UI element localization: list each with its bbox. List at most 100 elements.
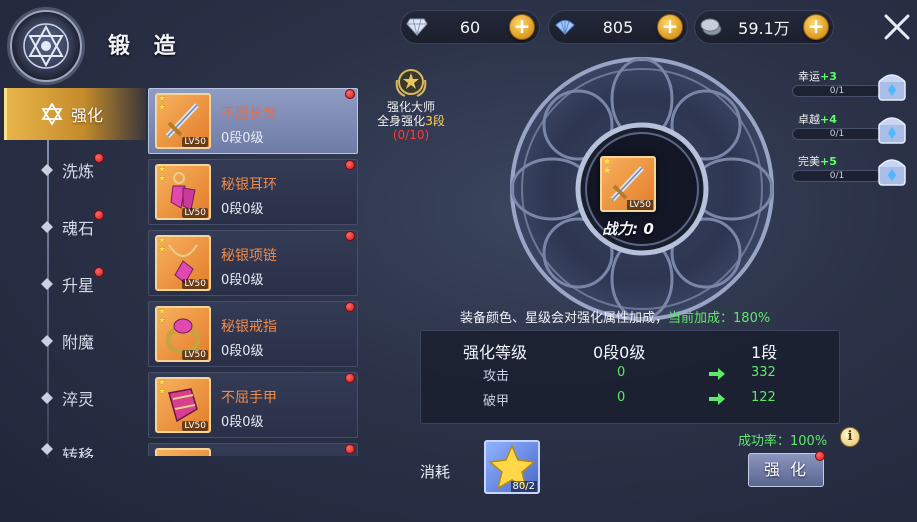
diamond-bullet-icon — [40, 391, 54, 405]
master-title: 强化大师 — [386, 100, 435, 114]
bonus-luck[interactable]: 幸运+3 0/1 — [790, 68, 912, 108]
ring-icon: ★ ★ LV50 — [155, 306, 211, 362]
item-level-badge: LV50 — [182, 208, 208, 218]
equipment-item-next[interactable] — [148, 443, 358, 456]
bonus-plus: +4 — [820, 113, 837, 126]
gauntlet-icon: ★ ★ LV50 — [155, 377, 211, 433]
stat-name: 攻击 — [483, 369, 510, 384]
currency-shell: 805 + — [548, 10, 688, 44]
selected-equipment-sword-icon: ★ ★ LV50 — [600, 156, 656, 212]
equipment-list[interactable]: ★ ★ LV50 不屈长剑 0段0级 ★ ★ LV50 秘银耳环 0段0级 ★ ★ L… — [148, 88, 358, 456]
equipment-item-sword[interactable]: ★ ★ LV50 不屈长剑 0段0级 — [148, 88, 358, 154]
notification-badge — [345, 89, 355, 99]
diamond-bullet-icon — [40, 442, 54, 456]
stat-next: 332 — [751, 365, 776, 380]
sidebar-item-label: 转移 — [62, 446, 95, 458]
master-level-prefix: 全身强化 — [377, 114, 426, 128]
silver-amount: 59.1万 — [738, 19, 790, 38]
notification-badge — [345, 373, 355, 383]
bonus-excellence[interactable]: 卓越+4 0/1 — [790, 111, 912, 151]
stat-current: 0 — [617, 365, 626, 380]
bonus-progress: 0/1 — [792, 128, 882, 140]
bonus-progress: 0/1 — [792, 85, 882, 97]
add-diamond-button[interactable]: + — [509, 14, 535, 40]
page-title: 锻 造 — [108, 34, 184, 59]
stat-header-current: 0段0级 — [593, 343, 646, 362]
success-rate: 成功率：100% — [738, 434, 828, 449]
sidebar-item-enhance[interactable]: 强化 — [4, 88, 146, 140]
bonus-name: 完美 — [798, 155, 820, 168]
item-name: 秘银耳环 — [221, 177, 277, 193]
item-name: 秘银项链 — [221, 248, 277, 264]
shell-amount: 805 — [602, 17, 634, 37]
sidebar-item-soulstone[interactable]: 魂石 — [0, 205, 145, 249]
notification-badge — [345, 231, 355, 241]
diamond-bullet-icon — [40, 277, 54, 291]
hint-text: 装备颜色、星级会对强化属性加成， — [460, 311, 669, 326]
bonus-label: 幸运+3 — [798, 68, 837, 84]
star-of-david-icon — [41, 103, 63, 125]
add-shell-button[interactable]: + — [657, 14, 683, 40]
add-silver-button[interactable]: + — [803, 14, 829, 40]
rarity-stars: ★ ★ — [158, 378, 167, 397]
rarity-stars: ★ ★ — [158, 94, 167, 113]
stat-header-name: 强化等级 — [463, 343, 528, 362]
sidebar-item-starup[interactable]: 升星 — [0, 262, 145, 306]
current-bonus-label: 当前加成： — [668, 311, 734, 326]
close-button[interactable] — [880, 10, 914, 44]
info-button[interactable]: i — [840, 427, 860, 447]
close-icon — [884, 14, 910, 40]
master-progress: (0/10) — [392, 128, 430, 142]
sidebar-item-temper[interactable]: 淬灵 — [0, 376, 145, 420]
sidebar-item-label: 洗炼 — [62, 162, 95, 181]
item-name: 秘银戒指 — [221, 319, 277, 335]
bonus-label: 完美+5 — [798, 153, 837, 169]
sidebar-item-enchant[interactable]: 附魔 — [0, 319, 145, 363]
item-name: 不屈手甲 — [221, 390, 277, 406]
sidebar-item-refine[interactable]: 洗炼 — [0, 148, 145, 192]
rarity-stars: ★ ★ — [603, 157, 612, 176]
currency-silver: 59.1万 + — [694, 10, 834, 44]
enhance-button[interactable]: 强化 — [748, 453, 824, 487]
equipment-item-ring[interactable]: ★ ★ LV50 秘银戒指 0段0级 — [148, 301, 358, 367]
rarity-stars: ★ ★ — [158, 307, 167, 326]
combat-power: 战力: 0 — [602, 220, 654, 238]
notification-badge — [345, 302, 355, 312]
rarity-stars: ★ ★ — [158, 236, 167, 255]
treasure-chest-icon — [878, 117, 906, 144]
item-level-badge: LV50 — [182, 421, 208, 431]
cost-count: 80/2 — [510, 481, 537, 492]
equipment-icon — [155, 448, 211, 456]
stats-panel: 强化等级 0段0级 1段 攻击 0 332 破甲 0 122 — [420, 330, 840, 424]
current-bonus-value: 180% — [733, 311, 771, 326]
equipment-item-gauntlet[interactable]: ★ ★ LV50 不屈手甲 0段0级 — [148, 372, 358, 438]
stat-current: 0 — [617, 390, 626, 405]
sword-icon: ★ ★ LV50 — [155, 93, 211, 149]
sidebar-item-transfer[interactable]: 转移 — [0, 432, 145, 458]
shell-icon — [551, 13, 579, 41]
bonus-perfect[interactable]: 完美+5 0/1 — [790, 153, 912, 193]
bonus-hint: 装备颜色、星级会对强化属性加成，当前加成：180% — [460, 307, 770, 326]
equipment-item-earring[interactable]: ★ ★ LV50 秘银耳环 0段0级 — [148, 159, 358, 225]
item-level-badge: LV50 — [182, 350, 208, 360]
item-level-badge: LV50 — [182, 279, 208, 289]
sidebar-item-label: 升星 — [62, 276, 95, 295]
bonus-name: 幸运 — [798, 70, 820, 83]
master-crest-icon — [393, 66, 429, 100]
sidebar-item-label: 附魔 — [62, 333, 95, 352]
notification-badge — [94, 153, 104, 163]
stat-name: 破甲 — [483, 394, 510, 409]
arrow-right-icon — [709, 368, 725, 380]
enhance-stone-icon[interactable]: 80/2 — [484, 440, 540, 494]
cost-label: 消耗 — [420, 463, 451, 481]
notification-badge — [94, 267, 104, 277]
enhance-master-badge[interactable]: 强化大师 全身强化3段 (0/10) — [364, 66, 458, 142]
diamond-amount: 60 — [459, 17, 481, 37]
sidebar-item-label: 强化 — [71, 106, 104, 125]
equipment-item-necklace[interactable]: ★ ★ LV50 秘银项链 0段0级 — [148, 230, 358, 296]
notification-badge — [815, 451, 825, 461]
notification-badge — [345, 160, 355, 170]
bonus-progress: 0/1 — [792, 170, 882, 182]
rarity-stars: ★ ★ — [158, 165, 167, 184]
notification-badge — [345, 444, 355, 454]
